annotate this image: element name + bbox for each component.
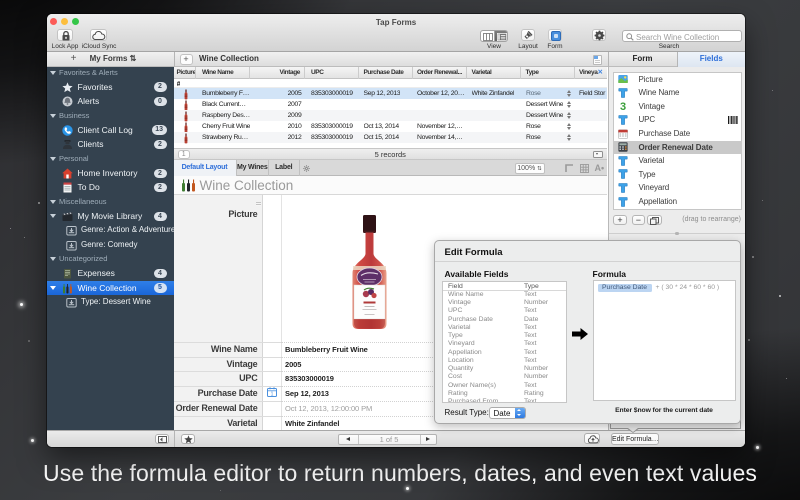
svg-text:1: 1 — [271, 392, 274, 397]
svg-text:3: 3 — [619, 101, 625, 111]
